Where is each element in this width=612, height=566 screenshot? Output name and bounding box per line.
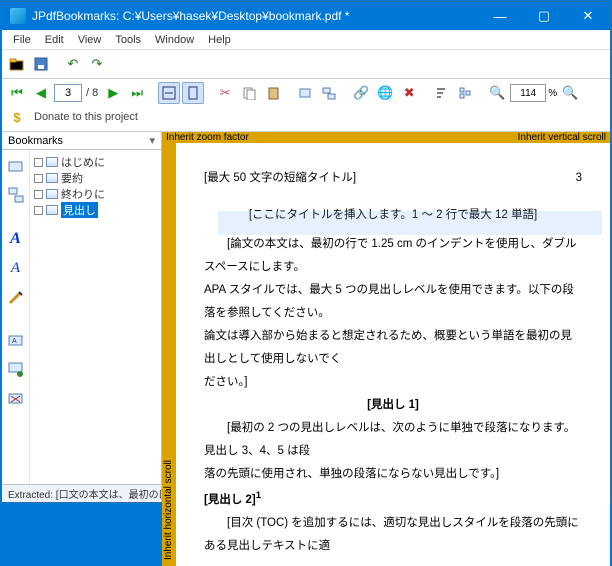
menu-help[interactable]: Help bbox=[201, 32, 238, 48]
inherit-bar: Inherit zoom factor Inherit vertical scr… bbox=[162, 132, 610, 143]
tree-item-selected[interactable]: 見出し bbox=[32, 202, 159, 218]
donate-link[interactable]: Donate to this project bbox=[34, 111, 138, 123]
side-bold-icon[interactable]: A bbox=[6, 229, 26, 249]
menu-bar: File Edit View Tools Window Help bbox=[2, 30, 610, 50]
zoom-pct: % bbox=[548, 88, 557, 99]
page-number-input[interactable] bbox=[54, 84, 82, 102]
toolbar-1: ↶ ↷ bbox=[2, 50, 610, 79]
sort-icon[interactable] bbox=[430, 82, 452, 104]
side-color-icon[interactable] bbox=[6, 287, 26, 307]
inherit-zoom-label[interactable]: Inherit zoom factor bbox=[162, 132, 253, 143]
fit-width-icon[interactable] bbox=[158, 82, 180, 104]
tree-toggle-icon[interactable] bbox=[34, 158, 43, 167]
side-applydest-icon[interactable] bbox=[6, 360, 26, 380]
tree-label: 要約 bbox=[61, 170, 83, 186]
delete-icon[interactable]: ✖ bbox=[398, 82, 420, 104]
selection-handle[interactable] bbox=[600, 239, 608, 247]
doc-heading-2-sup: 1 bbox=[256, 490, 261, 501]
bookmark-icon bbox=[46, 205, 58, 215]
app-icon bbox=[10, 8, 26, 24]
sidebar-tab-dropdown-icon[interactable]: ▾ bbox=[149, 134, 155, 147]
inherit-hscroll-strip[interactable]: Inherit horizontal scroll bbox=[162, 143, 176, 566]
undo-icon[interactable]: ↶ bbox=[62, 53, 84, 75]
doc-line: 論文は導入部から始まると想定されるため、概要という単語を最初の見出しとして使用し… bbox=[204, 325, 582, 371]
bookmark-icon bbox=[46, 173, 58, 183]
menu-edit[interactable]: Edit bbox=[38, 32, 71, 48]
bookmark-icon bbox=[46, 157, 58, 167]
zoom-out-icon[interactable]: 🔍 bbox=[486, 82, 508, 104]
maximize-button[interactable]: ▢ bbox=[522, 2, 566, 30]
selection-rectangle[interactable] bbox=[218, 211, 602, 235]
save-icon[interactable] bbox=[30, 53, 52, 75]
add-child-icon[interactable] bbox=[318, 82, 340, 104]
doc-line: APA スタイルでは、最大 5 つの見出しレベルを使用できます。以下の段落を参照… bbox=[204, 279, 582, 325]
side-addchild-icon[interactable] bbox=[6, 185, 26, 205]
menu-view[interactable]: View bbox=[71, 32, 109, 48]
title-bar: JPdfBookmarks: C:¥Users¥hasek¥Desktop¥bo… bbox=[2, 2, 610, 30]
pdf-viewer: Inherit zoom factor Inherit vertical scr… bbox=[162, 132, 610, 484]
dollar-icon[interactable]: $ bbox=[6, 106, 28, 128]
first-page-icon[interactable]: ⏮ bbox=[6, 82, 28, 104]
tree-item[interactable]: 要約 bbox=[32, 170, 159, 186]
prev-page-icon[interactable]: ◀ bbox=[30, 82, 52, 104]
tree-toggle-icon[interactable] bbox=[34, 190, 43, 199]
link-icon[interactable]: 🔗 bbox=[350, 82, 372, 104]
last-page-icon[interactable]: ⏭ bbox=[126, 82, 148, 104]
tree-toggle-icon[interactable] bbox=[34, 174, 43, 183]
redo-icon[interactable]: ↷ bbox=[86, 53, 108, 75]
zoom-in-icon[interactable]: 🔍 bbox=[559, 82, 581, 104]
tree-label: はじめに bbox=[61, 154, 105, 170]
add-bookmark-icon[interactable] bbox=[294, 82, 316, 104]
close-button[interactable]: ✕ bbox=[566, 2, 610, 30]
doc-running-head: [最大 50 文字の短縮タイトル] bbox=[204, 167, 356, 190]
fit-page-icon[interactable] bbox=[182, 82, 204, 104]
svg-text:A: A bbox=[12, 338, 17, 345]
paste-icon[interactable] bbox=[262, 82, 284, 104]
expand-icon[interactable] bbox=[454, 82, 476, 104]
doc-line: 落の先頭に使用され、単独の段落にならない見出しです。] bbox=[204, 463, 582, 486]
doc-line: ださい。] bbox=[204, 371, 582, 394]
bookmark-tree[interactable]: はじめに 要約 終わりに 見出し bbox=[30, 150, 161, 484]
side-add-icon[interactable] bbox=[6, 156, 26, 176]
doc-line-selected: [論文の本文は、最初の行で 1.25 cm のインデントを使用し、ダブルスペース… bbox=[204, 233, 582, 279]
doc-heading-1: [見出し 1] bbox=[204, 394, 582, 417]
doc-heading-2: [見出し 2] bbox=[204, 494, 256, 506]
side-toolbar: A A A bbox=[2, 150, 30, 484]
window-title: JPdfBookmarks: C:¥Users¥hasek¥Desktop¥bo… bbox=[32, 9, 349, 23]
menu-tools[interactable]: Tools bbox=[108, 32, 148, 48]
next-page-icon[interactable]: ▶ bbox=[102, 82, 124, 104]
tree-item[interactable]: 終わりに bbox=[32, 186, 159, 202]
menu-file[interactable]: File bbox=[6, 32, 38, 48]
doc-line: [目次 (TOC) を追加するには、適切な見出しスタイルを段落の先頭にある見出し… bbox=[204, 512, 582, 558]
doc-page-number: 3 bbox=[576, 167, 582, 190]
page-total: / 8 bbox=[84, 87, 100, 99]
zoom-input[interactable] bbox=[510, 84, 546, 102]
sidebar-tab-bookmarks[interactable]: Bookmarks bbox=[8, 135, 63, 147]
status-extracted: Extracted: [口文の本文は、最初の口で 1.25 bbox=[2, 485, 162, 502]
tree-item[interactable]: はじめに bbox=[32, 154, 159, 170]
cut-icon[interactable]: ✂ bbox=[214, 82, 236, 104]
minimize-button[interactable]: — bbox=[478, 2, 522, 30]
side-italic-icon[interactable]: A bbox=[6, 258, 26, 278]
toolbar-2: ⏮ ◀ / 8 ▶ ⏭ ✂ 🔗 🌐 ✖ 🔍 % 🔍 $ Donate to th… bbox=[2, 79, 610, 132]
web-icon[interactable]: 🌐 bbox=[374, 82, 396, 104]
tree-toggle-icon[interactable] bbox=[34, 206, 43, 215]
tree-label: 終わりに bbox=[61, 186, 105, 202]
copy-icon[interactable] bbox=[238, 82, 260, 104]
menu-window[interactable]: Window bbox=[148, 32, 201, 48]
side-applyall-icon[interactable]: A bbox=[6, 331, 26, 351]
side-clear-icon[interactable] bbox=[6, 389, 26, 409]
inherit-hscroll-label: Inherit horizontal scroll bbox=[163, 460, 174, 560]
pdf-page[interactable]: [最大 50 文字の短縮タイトル] 3 [ここにタイトルを挿入します。1 ～ 2… bbox=[176, 143, 610, 566]
bookmark-icon bbox=[46, 189, 58, 199]
sidebar: Bookmarks ▾ A A A はじめに 要 bbox=[2, 132, 162, 484]
open-icon[interactable] bbox=[6, 53, 28, 75]
inherit-vscroll-label[interactable]: Inherit vertical scroll bbox=[514, 132, 610, 143]
doc-line: [最初の 2 つの見出しレベルは、次のように単独で段落になります。見出し 3、4… bbox=[204, 417, 582, 463]
tree-label: 見出し bbox=[61, 202, 98, 218]
